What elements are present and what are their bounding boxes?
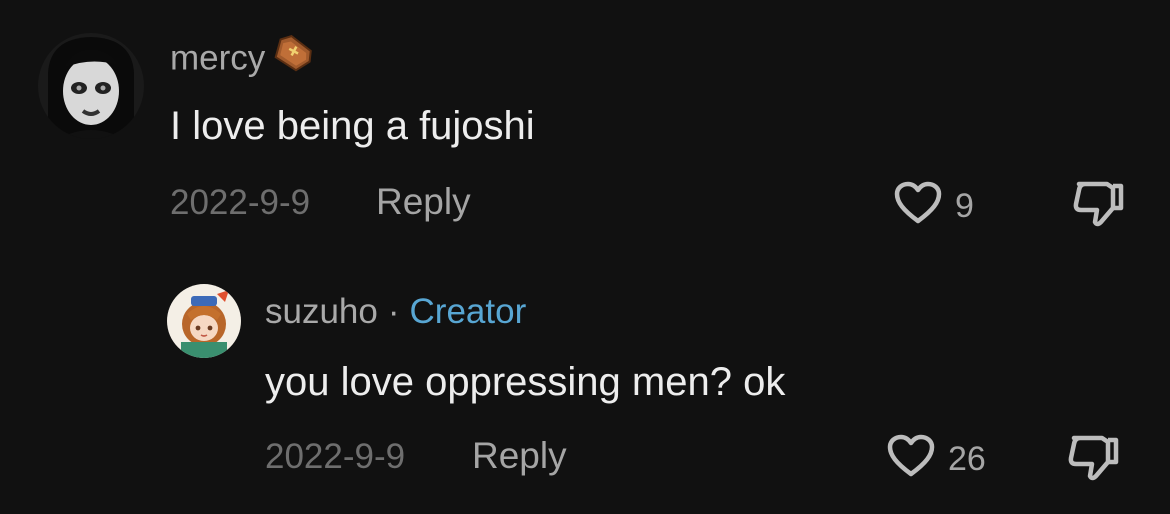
reply-comment: suzuho · Creator you love oppressing men? … — [0, 260, 1170, 514]
dislike-button[interactable] — [1066, 432, 1122, 489]
thumbs-down-outline-icon[interactable] — [1071, 181, 1127, 234]
reply-date: 2022-9-9 — [265, 437, 406, 476]
heart-outline-icon[interactable] — [893, 180, 943, 231]
reply-text: you love oppressing men? ok — [265, 360, 786, 404]
creator-badge: Creator — [409, 292, 527, 331]
thumbs-down-outline-icon[interactable] — [1066, 435, 1122, 488]
username-text[interactable]: mercy — [170, 38, 265, 77]
dislike-button[interactable] — [1071, 178, 1127, 235]
avatar[interactable] — [38, 33, 144, 139]
comment-text: I love being a fujoshi — [170, 104, 535, 148]
separator-dot: · — [387, 292, 400, 331]
reply-button[interactable]: Reply — [376, 183, 471, 220]
like-count: 26 — [948, 439, 986, 478]
heart-outline-icon[interactable] — [886, 433, 936, 484]
reply-username-line: suzuho · Creator — [265, 294, 526, 329]
like-button[interactable]: 9 — [893, 180, 974, 231]
comment: mercy I love being a fujoshi 2022-9-9 Re… — [0, 0, 1170, 260]
comment-date: 2022-9-9 — [170, 183, 311, 222]
avatar[interactable] — [167, 284, 241, 358]
reply-button[interactable]: Reply — [472, 437, 567, 474]
comment-username[interactable]: mercy — [170, 35, 315, 80]
like-button[interactable]: 26 — [886, 433, 986, 484]
coffin-emoji-icon — [265, 35, 315, 80]
like-count: 9 — [955, 186, 974, 225]
reply-username[interactable]: suzuho — [265, 292, 378, 331]
